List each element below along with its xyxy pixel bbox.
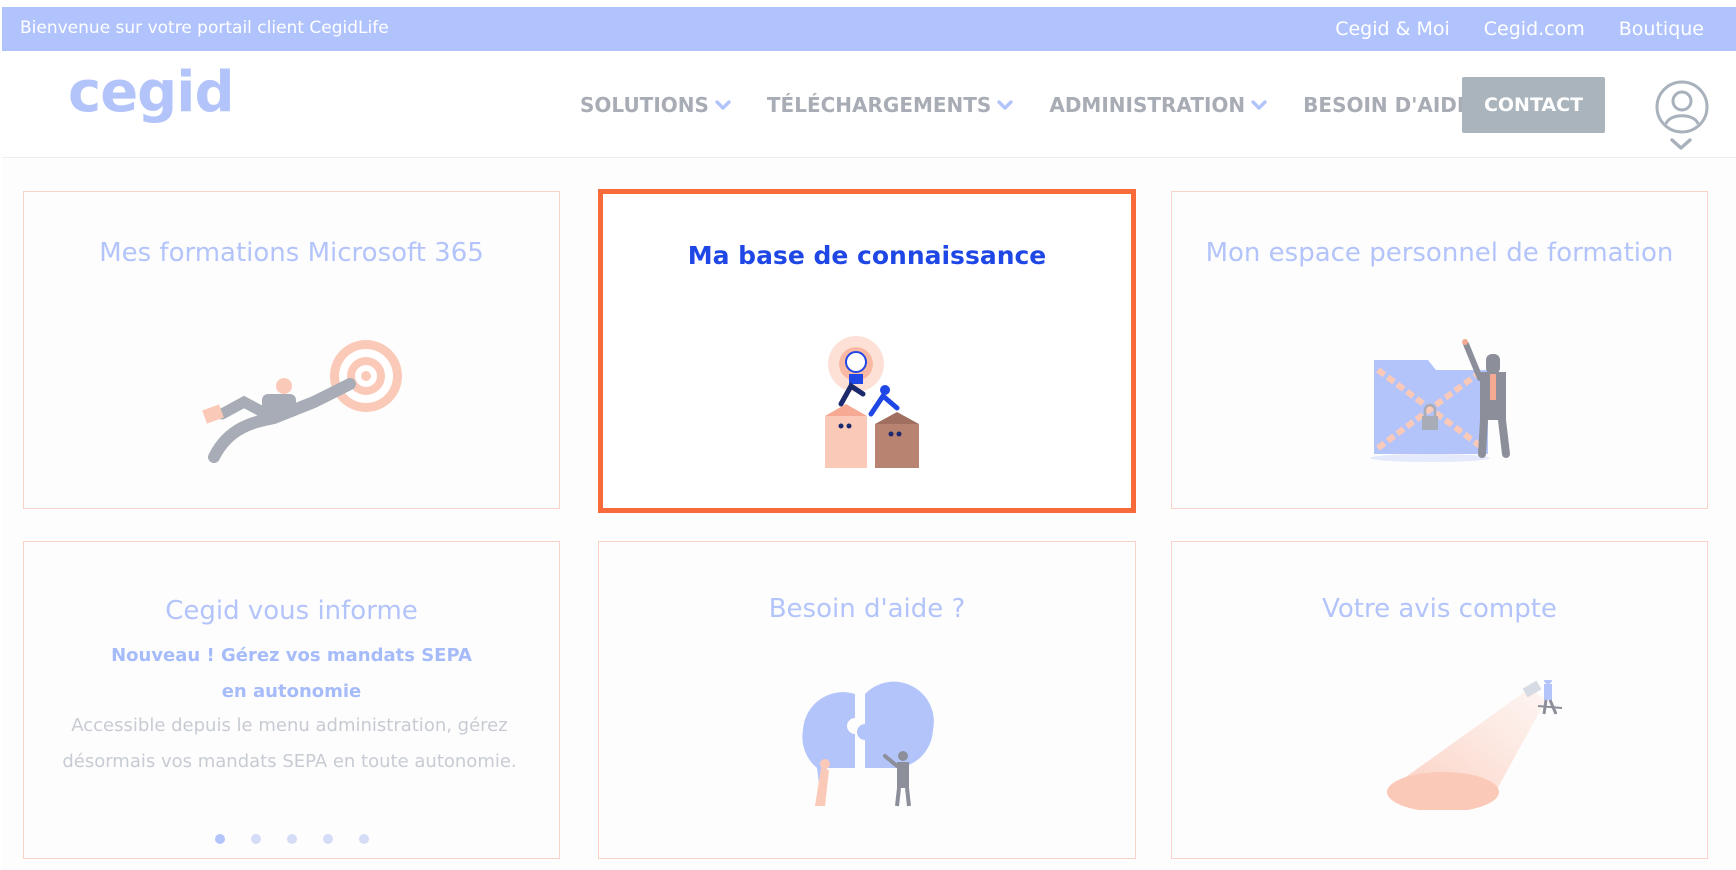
nav-administration-label: ADMINISTRATION [1049,93,1246,117]
user-account-icon[interactable] [1654,79,1710,135]
chevron-down-icon [1251,99,1267,110]
nav-solutions[interactable]: SOLUTIONS [580,93,731,117]
cegid-logo[interactable]: cegid [68,65,235,121]
top-bar: Bienvenue sur votre portail client Cegid… [2,7,1736,51]
nav-administration[interactable]: ADMINISTRATION [1049,93,1267,117]
spotlight-illustration [1387,680,1563,810]
card-title: Mes formations Microsoft 365 [99,238,484,268]
card-knowledge-base[interactable]: Ma base de connaissance [598,189,1136,513]
link-boutique[interactable]: Boutique [1619,18,1704,40]
nav-telechargements[interactable]: TÉLÉCHARGEMENTS [766,93,1014,117]
nav-telechargements-label: TÉLÉCHARGEMENTS [766,93,992,117]
carousel-dot[interactable] [286,834,297,844]
main-header: cegid SOLUTIONS TÉLÉCHARGEMENTS ADMINIST… [2,51,1736,158]
locked-folder-illustration [1370,339,1510,462]
card-personal-training-space[interactable]: Mon espace personnel de formation [1171,191,1708,509]
top-links: Cegid & Moi Cegid.com Boutique [1335,7,1734,51]
carousel-dot[interactable] [322,834,333,844]
nav-solutions-label: SOLUTIONS [580,93,709,117]
card-title: Cegid vous informe [165,596,418,626]
card-help[interactable]: Besoin d'aide ? [598,541,1136,859]
card-cegid-news[interactable]: Cegid vous informe Nouveau ! Gérez vos m… [23,541,560,859]
puzzle-chat-illustration [802,681,934,807]
card-title: Ma base de connaissance [687,241,1047,270]
dashboard-grid: Mes formations Microsoft 365 Ma base de … [2,159,1736,870]
card-microsoft-365-training[interactable]: Mes formations Microsoft 365 [23,191,560,509]
chevron-down-icon [715,99,731,110]
carousel-dot[interactable] [250,834,261,844]
link-cegid-et-moi[interactable]: Cegid & Moi [1335,18,1450,40]
news-headline[interactable]: Nouveau ! Gérez vos mandats SEPA en auto… [104,638,479,710]
card-title: Mon espace personnel de formation [1205,238,1674,268]
link-cegid-com[interactable]: Cegid.com [1484,18,1585,40]
lightbulb-idea-illustration [825,336,919,468]
card-feedback[interactable]: Votre avis compte [1171,541,1708,859]
target-kick-illustration [202,340,402,463]
welcome-text: Bienvenue sur votre portail client Cegid… [20,18,389,38]
carousel-dots [24,834,559,844]
carousel-dot[interactable] [358,834,369,844]
contact-button[interactable]: CONTACT [1462,77,1605,133]
main-nav: SOLUTIONS TÉLÉCHARGEMENTS ADMINISTRATION… [580,93,1529,117]
chevron-down-icon[interactable] [1669,137,1693,151]
carousel-dot[interactable] [214,834,225,844]
chevron-down-icon [997,99,1014,110]
nav-besoin-d-aide-label: BESOIN D'AIDE [1303,93,1471,117]
card-title: Votre avis compte [1322,594,1557,624]
card-title: Besoin d'aide ? [768,594,966,624]
news-body-text: Accessible depuis le menu administration… [62,715,517,772]
